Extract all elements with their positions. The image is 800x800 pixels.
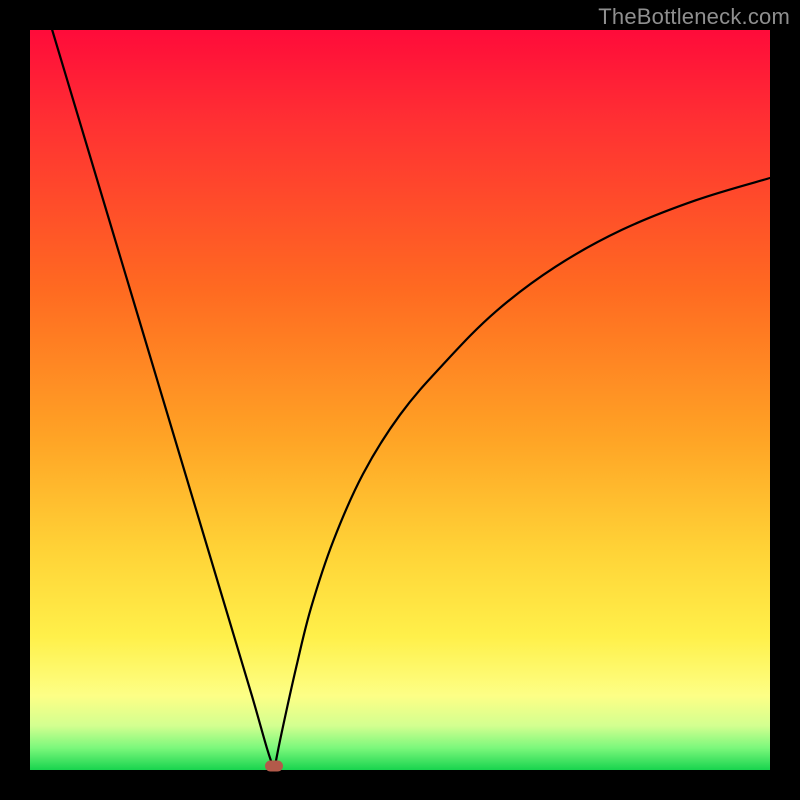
chart-curve-layer [30, 30, 770, 770]
bottleneck-curve-right [274, 178, 770, 770]
chart-frame: TheBottleneck.com [0, 0, 800, 800]
bottleneck-minimum-marker [265, 761, 283, 772]
watermark-text: TheBottleneck.com [598, 4, 790, 30]
bottleneck-curve-left [52, 30, 274, 770]
